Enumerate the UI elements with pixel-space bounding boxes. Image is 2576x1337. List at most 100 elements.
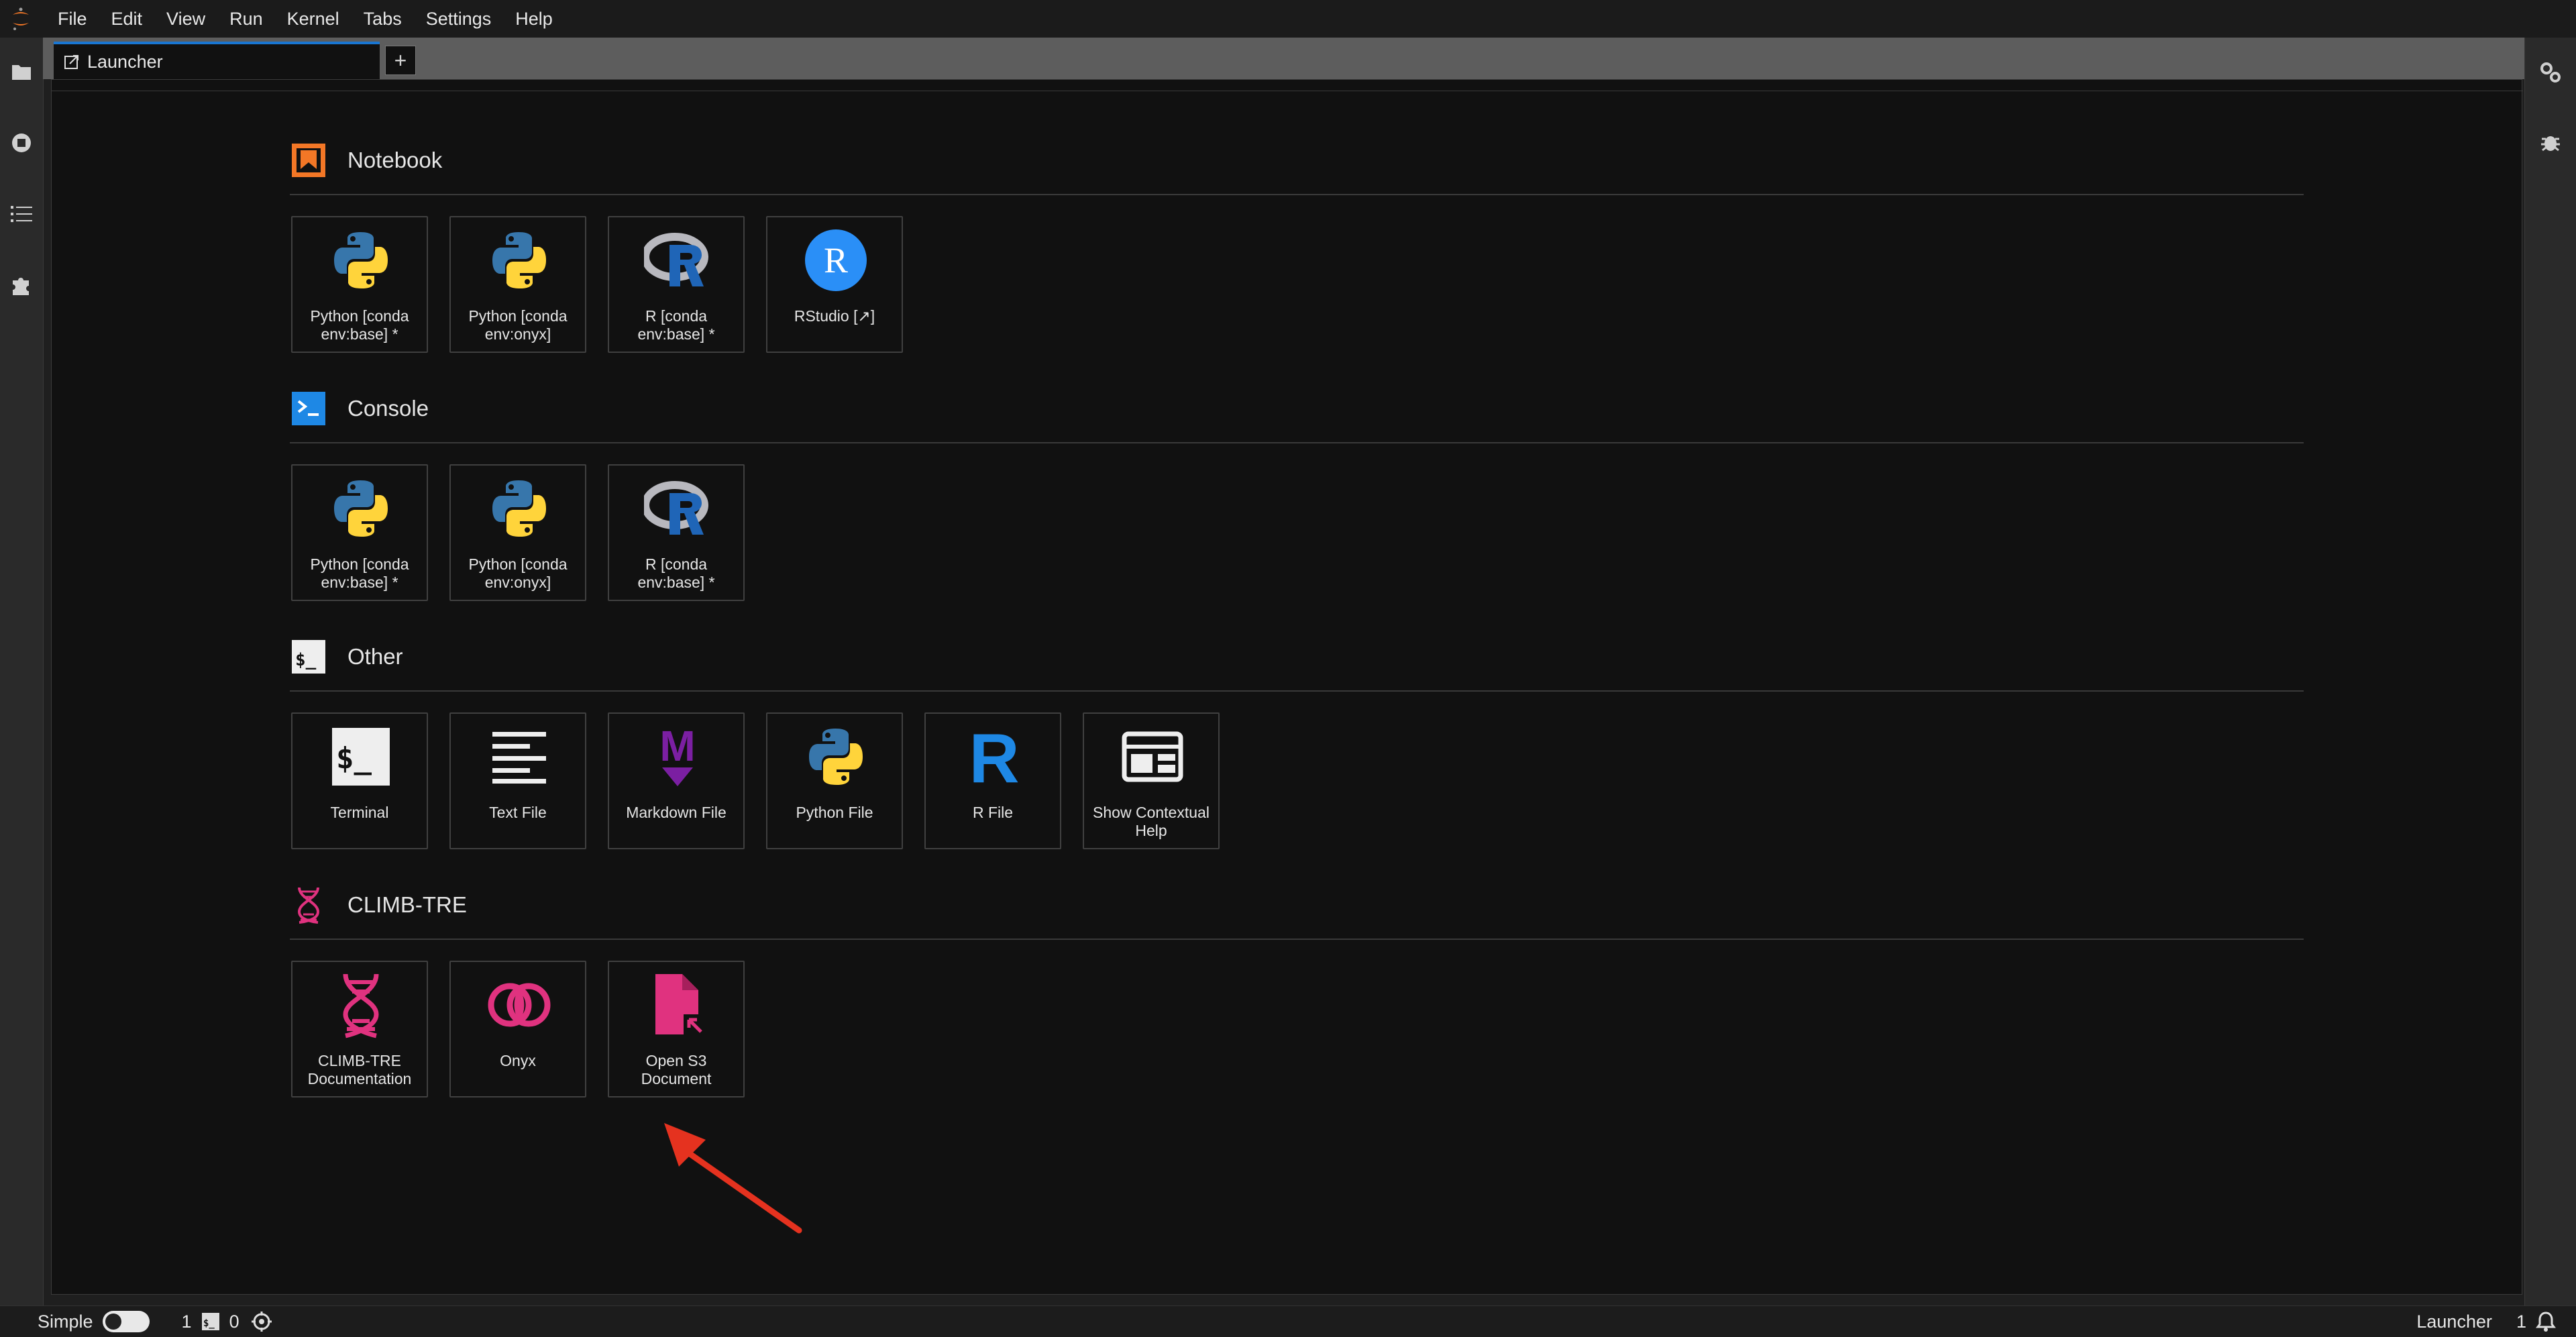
- menu-help[interactable]: Help: [503, 0, 565, 38]
- markdown-icon-text: M: [659, 723, 695, 770]
- notebook-section-icon: [290, 142, 327, 179]
- r-file-icon: R: [959, 722, 1029, 792]
- section-title-other: Other: [347, 644, 403, 669]
- current-activity-label: Launcher: [2416, 1311, 2492, 1332]
- other-section-icon-text: $_: [295, 650, 317, 670]
- menu-edit[interactable]: Edit: [99, 0, 155, 38]
- add-tab-button[interactable]: +: [385, 46, 416, 75]
- tab-bar: Launcher +: [43, 38, 2525, 79]
- climb-divider: [290, 939, 2304, 940]
- menu-view[interactable]: View: [154, 0, 217, 38]
- dna-icon: [290, 886, 327, 924]
- other-divider: [290, 690, 2304, 692]
- simple-mode-label: Simple: [38, 1311, 93, 1332]
- svg-text:R: R: [824, 240, 848, 280]
- python-icon: [484, 474, 554, 543]
- notifications-count[interactable]: 1: [2516, 1312, 2526, 1332]
- card-label: CLIMB-TRE Documentation: [307, 1052, 412, 1087]
- notebook-card-rstudio[interactable]: R RStudio [↗]: [766, 216, 903, 353]
- card-label: Python [conda env:base] *: [310, 307, 409, 343]
- r-logo-icon: [643, 474, 712, 543]
- terminal-icon: $_: [326, 722, 396, 792]
- section-title-console: Console: [347, 396, 429, 421]
- climb-card-onyx[interactable]: Onyx: [449, 961, 586, 1098]
- card-label: Python File: [796, 804, 873, 821]
- other-card-text-file[interactable]: Text File: [449, 712, 586, 849]
- card-label: Open S3 Document: [641, 1052, 712, 1087]
- menu-settings[interactable]: Settings: [414, 0, 504, 38]
- card-label: Text File: [489, 804, 547, 821]
- toggle-knob: [105, 1314, 121, 1330]
- card-label: R [conda env:base] *: [637, 555, 715, 591]
- text-file-icon: [484, 722, 554, 792]
- contextual-help-icon: [1118, 722, 1187, 792]
- console-card-python-onyx[interactable]: Python [conda env:onyx]: [449, 464, 586, 601]
- console-card-python-base[interactable]: Python [conda env:base] *: [291, 464, 428, 601]
- climb-card-documentation[interactable]: CLIMB-TRE Documentation: [291, 961, 428, 1098]
- menu-bar: File Edit View Run Kernel Tabs Settings …: [0, 0, 2576, 38]
- section-console: Console: [290, 387, 429, 430]
- section-other: $_ Other: [290, 635, 403, 678]
- other-card-python-file[interactable]: Python File: [766, 712, 903, 849]
- section-title-notebook: Notebook: [347, 148, 443, 172]
- terminals-count[interactable]: 1: [182, 1312, 192, 1332]
- running-icon[interactable]: [9, 130, 34, 156]
- notebook-divider: [290, 194, 2304, 195]
- bell-icon[interactable]: [2536, 1311, 2556, 1332]
- launcher-panel: Notebook Python [conda env:base] * Pytho…: [51, 79, 2523, 1295]
- notebook-card-python-onyx[interactable]: Python [conda env:onyx]: [449, 216, 586, 353]
- toc-icon[interactable]: [9, 201, 34, 227]
- dna-icon: [326, 970, 396, 1040]
- card-label: RStudio [↗]: [794, 307, 875, 325]
- onyx-icon: [484, 970, 554, 1040]
- kernels-count[interactable]: 0: [229, 1312, 239, 1332]
- section-title-climb-tre: CLIMB-TRE: [347, 892, 467, 917]
- python-icon: [326, 225, 396, 295]
- card-label: R [conda env:base] *: [637, 307, 715, 343]
- menu-run[interactable]: Run: [217, 0, 275, 38]
- menu-file[interactable]: File: [46, 0, 99, 38]
- card-label: Markdown File: [626, 804, 727, 821]
- card-label: Python [conda env:base] *: [310, 555, 409, 591]
- section-notebook: Notebook: [290, 139, 442, 182]
- terminal-status-icon-text: $_: [203, 1318, 215, 1329]
- terminal-icon-text: $_: [336, 741, 372, 776]
- notebook-card-python-base[interactable]: Python [conda env:base] *: [291, 216, 428, 353]
- python-icon: [484, 225, 554, 295]
- property-inspector-icon[interactable]: [2537, 59, 2564, 86]
- folder-icon[interactable]: [9, 59, 34, 85]
- card-label: Python [conda env:onyx]: [468, 307, 568, 343]
- right-sidebar: [2524, 38, 2576, 1305]
- card-label: Show Contextual Help: [1093, 804, 1210, 839]
- terminal-status-icon: $_: [201, 1312, 220, 1331]
- rstudio-icon: R: [801, 225, 871, 295]
- r-file-icon-text: R: [969, 723, 1019, 790]
- simple-mode-toggle[interactable]: [102, 1311, 150, 1332]
- other-card-contextual-help[interactable]: Show Contextual Help: [1083, 712, 1220, 849]
- menu-kernel[interactable]: Kernel: [275, 0, 352, 38]
- card-label: R File: [972, 804, 1014, 821]
- console-section-icon: [290, 390, 327, 427]
- extension-icon[interactable]: [9, 272, 34, 298]
- jupyter-logo-icon: [9, 4, 32, 34]
- s3-document-icon: [643, 970, 712, 1040]
- card-label: Python [conda env:onyx]: [468, 555, 568, 591]
- console-card-r-base[interactable]: R [conda env:base] *: [608, 464, 745, 601]
- python-icon: [326, 474, 396, 543]
- debugger-icon[interactable]: [2537, 129, 2564, 156]
- card-label: Onyx: [500, 1052, 536, 1069]
- other-card-markdown[interactable]: M Markdown File: [608, 712, 745, 849]
- menu-tabs[interactable]: Tabs: [352, 0, 414, 38]
- tab-launcher[interactable]: Launcher: [54, 42, 380, 79]
- section-climb-tre: CLIMB-TRE: [290, 884, 467, 926]
- python-icon: [801, 722, 871, 792]
- other-card-terminal[interactable]: $_ Terminal: [291, 712, 428, 849]
- left-sidebar: [0, 38, 44, 1305]
- console-divider: [290, 442, 2304, 443]
- other-card-r-file[interactable]: R R File: [924, 712, 1061, 849]
- kernel-status-icon: [251, 1312, 272, 1332]
- card-label: Terminal: [330, 804, 389, 821]
- notebook-card-r-base[interactable]: R [conda env:base] *: [608, 216, 745, 353]
- r-logo-icon: [643, 225, 712, 295]
- climb-card-open-s3-document[interactable]: Open S3 Document: [608, 961, 745, 1098]
